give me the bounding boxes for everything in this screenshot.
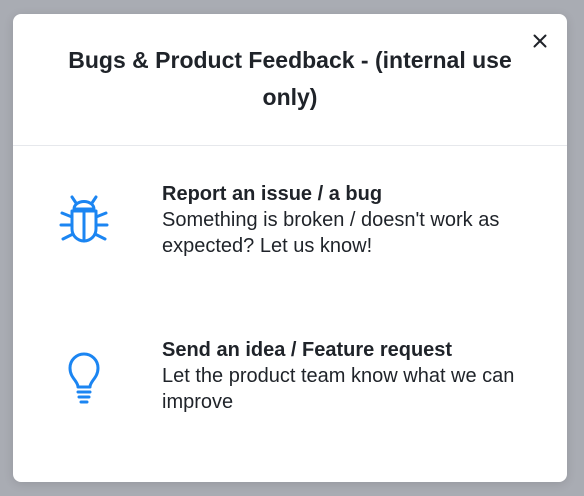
report-bug-option[interactable]: Report an issue / a bug Something is bro… bbox=[13, 174, 567, 294]
report-bug-text: Report an issue / a bug Something is bro… bbox=[162, 181, 552, 259]
close-button[interactable] bbox=[526, 27, 554, 55]
option-description: Let the product team know what we can im… bbox=[162, 365, 515, 413]
modal-title: Bugs & Product Feedback - (internal use … bbox=[68, 47, 512, 110]
send-idea-text: Send an idea / Feature request Let the p… bbox=[162, 337, 552, 415]
option-title: Report an issue / a bug bbox=[162, 183, 383, 205]
send-idea-option[interactable]: Send an idea / Feature request Let the p… bbox=[13, 330, 567, 450]
close-icon bbox=[533, 34, 547, 48]
modal-header: Bugs & Product Feedback - (internal use … bbox=[13, 14, 567, 146]
bug-icon bbox=[59, 195, 109, 243]
lightbulb-icon bbox=[68, 352, 100, 404]
option-description: Something is broken / doesn't work as ex… bbox=[162, 209, 500, 257]
feedback-modal: Bugs & Product Feedback - (internal use … bbox=[13, 14, 567, 482]
option-title: Send an idea / Feature request bbox=[162, 339, 453, 361]
